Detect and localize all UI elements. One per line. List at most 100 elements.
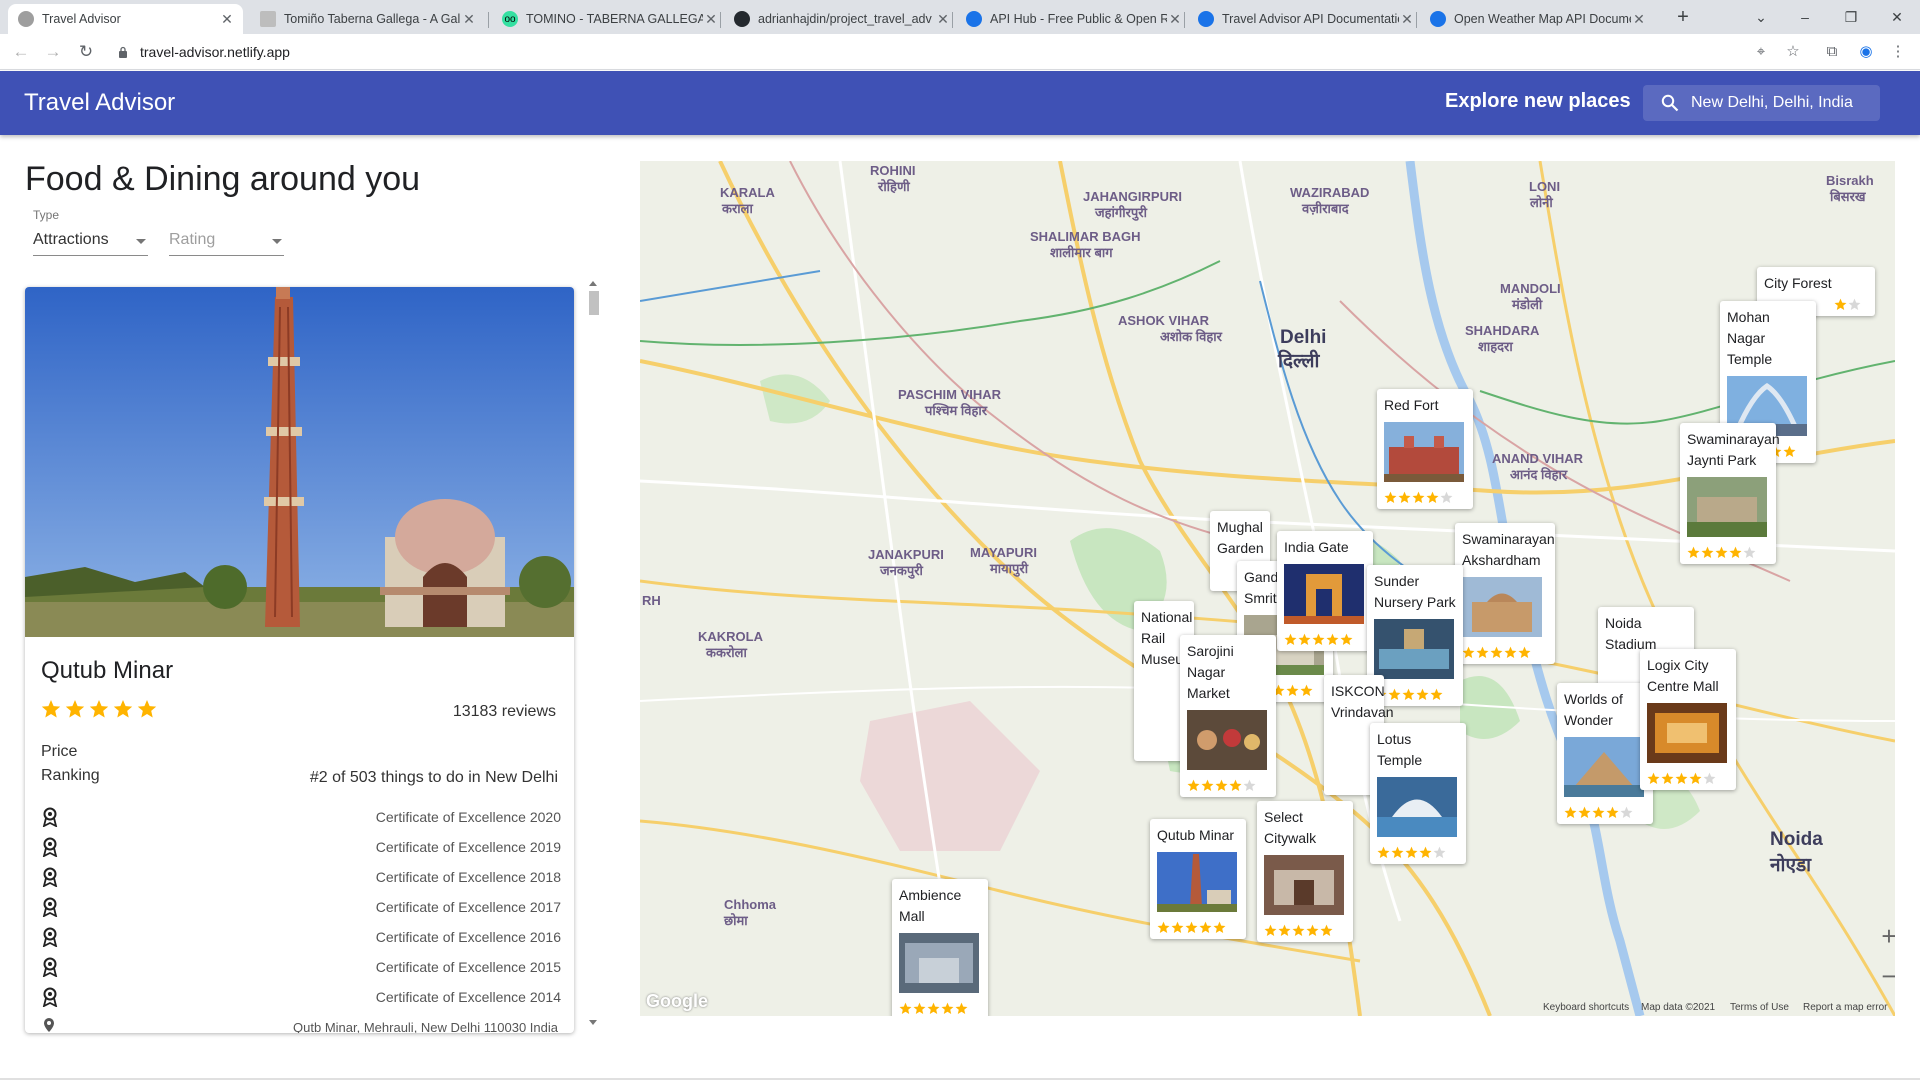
list-scrollbar[interactable] — [587, 279, 600, 1029]
scroll-down-icon[interactable] — [589, 1020, 597, 1025]
star-icon — [1462, 646, 1475, 659]
marker-photo — [1384, 422, 1464, 482]
map-area-label: जहांगीरपुरी — [1095, 205, 1147, 220]
close-tab-icon[interactable]: ✕ — [1399, 11, 1415, 28]
marker-name: Ambience Mall — [899, 887, 962, 924]
map-area-label: Chhoma — [724, 897, 776, 912]
tab-open-weather[interactable]: Open Weather Map API Docume ✕ — [1420, 4, 1655, 34]
star-icon — [1647, 772, 1660, 785]
marker-name: Swaminarayan Akshardham — [1462, 531, 1555, 568]
award-icon — [42, 987, 58, 1007]
close-tab-icon[interactable]: ✕ — [1631, 11, 1647, 28]
rating-select-placeholder: Rating — [169, 231, 216, 248]
search-input[interactable] — [1691, 85, 1876, 121]
award-icon — [42, 837, 58, 857]
tab-tomino-1[interactable]: Tomiño Taberna Gallega - A Gal ✕ — [250, 4, 485, 34]
map-marker-worlds-of-wonder[interactable]: Worlds of Wonder — [1557, 683, 1653, 824]
star-icon — [1675, 772, 1688, 785]
star-icon — [1661, 772, 1674, 785]
marker-photo — [1377, 777, 1457, 837]
rating-select[interactable]: Rating — [169, 228, 284, 256]
map[interactable]: ROHINI रोहिणी KARALA कराला JAHANGIRPURI … — [640, 161, 1895, 1016]
map-area-label: PASCHIM VIHAR — [898, 387, 1002, 402]
url-field[interactable]: travel-advisor.netlify.app — [110, 40, 1810, 64]
extensions-icon[interactable]: ⧉ — [1822, 42, 1842, 62]
marker-name: Swaminarayan Jaynti Park — [1687, 431, 1780, 468]
menu-icon[interactable]: ⋮ — [1888, 42, 1908, 62]
forward-icon[interactable]: → — [42, 41, 64, 63]
map-marker-swaminarayan-park[interactable]: Swaminarayan Jaynti Park — [1680, 423, 1780, 564]
map-area-label: Bisrakh — [1826, 173, 1874, 188]
map-footer: Keyboard shortcuts Map data ©2021 Terms … — [640, 999, 1895, 1016]
star-icon — [1715, 546, 1728, 559]
map-marker-akshardham[interactable]: Swaminarayan Akshardham — [1455, 523, 1555, 664]
new-tab-icon[interactable]: + — [1672, 6, 1694, 28]
profile-extension-icon[interactable]: ◉ — [1856, 42, 1876, 62]
marker-rating — [1462, 646, 1548, 660]
award-name: Certificate of Excellence 2018 — [375, 869, 561, 885]
back-icon[interactable]: ← — [10, 41, 32, 63]
github-favicon-icon — [734, 11, 750, 27]
scroll-up-icon[interactable] — [589, 281, 597, 286]
tab-travel-advisor-api[interactable]: Travel Advisor API Documentatio ✕ — [1188, 4, 1423, 34]
zoom-out-button[interactable]: − — [1869, 956, 1895, 996]
star-icon — [1278, 924, 1291, 937]
location-search[interactable] — [1643, 85, 1880, 121]
tab-travel-advisor[interactable]: Travel Advisor ✕ — [8, 4, 243, 34]
marker-name: Lotus Temple — [1377, 731, 1423, 768]
marker-name: Worlds of Wonder — [1564, 691, 1623, 728]
star-icon — [1416, 688, 1429, 701]
terms-link[interactable]: Terms of Use — [1730, 1002, 1789, 1013]
report-map-error-link[interactable]: Report a map error — [1803, 1002, 1887, 1013]
maximize-icon[interactable]: ❐ — [1840, 6, 1862, 28]
price-label: Price — [41, 743, 78, 760]
reload-icon[interactable]: ↻ — [75, 41, 97, 63]
search-icon — [1661, 94, 1679, 112]
star-icon — [1564, 806, 1577, 819]
close-tab-icon[interactable]: ✕ — [703, 11, 719, 28]
keyboard-shortcuts-link[interactable]: Keyboard shortcuts — [1543, 1002, 1629, 1013]
award-row: Certificate of Excellence 2016 — [41, 925, 561, 949]
map-marker-select-citywalk[interactable]: Select Citywalk — [1257, 801, 1353, 942]
close-window-icon[interactable]: ✕ — [1886, 6, 1908, 28]
type-select[interactable]: Attractions — [33, 228, 148, 256]
star-icon — [1243, 779, 1256, 792]
star-icon — [1391, 846, 1404, 859]
explore-label: Explore new places — [1445, 90, 1631, 112]
star-icon — [1213, 921, 1226, 934]
map-marker-india-gate[interactable]: India Gate — [1277, 531, 1373, 651]
scroll-thumb[interactable] — [589, 291, 599, 315]
tab-tomino-2[interactable]: oo TOMINO - TABERNA GALLEGA, B ✕ — [492, 4, 727, 34]
star-icon — [1157, 921, 1170, 934]
tab-search-icon[interactable]: ⌄ — [1750, 6, 1772, 28]
rapidapi-favicon-icon — [1198, 11, 1214, 27]
minimize-icon[interactable]: – — [1794, 6, 1816, 28]
star-icon — [1229, 779, 1242, 792]
close-tab-icon[interactable]: ✕ — [461, 11, 477, 28]
map-marker-lotus-temple[interactable]: Lotus Temple — [1370, 723, 1466, 864]
award-name: Certificate of Excellence 2020 — [375, 809, 561, 825]
map-marker-red-fort[interactable]: Red Fort — [1377, 389, 1473, 509]
map-marker-ambience-mall[interactable]: Ambience Mall — [892, 879, 988, 1016]
marker-name: ISKCON Vrindavan — [1331, 683, 1394, 720]
map-area-label: शालीमार बाग — [1050, 245, 1113, 260]
award-icon — [42, 897, 58, 917]
map-marker-sarojini-nagar[interactable]: Sarojini Nagar Market — [1180, 635, 1276, 797]
location-icon[interactable]: ⌖ — [1751, 42, 1771, 62]
star-icon — [1430, 688, 1443, 701]
map-area-label: ककरोला — [706, 645, 747, 660]
close-tab-icon[interactable]: ✕ — [935, 11, 951, 28]
close-tab-icon[interactable]: ✕ — [1167, 11, 1183, 28]
zoom-in-button[interactable]: + — [1869, 916, 1895, 956]
map-area-label: RH — [642, 593, 661, 608]
close-tab-icon[interactable]: ✕ — [219, 11, 235, 28]
map-marker-logix-city-centre[interactable]: Logix City Centre Mall — [1640, 649, 1736, 790]
marker-rating — [1157, 921, 1239, 935]
tab-github[interactable]: adrianhajdin/project_travel_adv ✕ — [724, 4, 959, 34]
tab-separator — [1416, 12, 1417, 28]
bookmark-star-icon[interactable]: ☆ — [1783, 42, 1803, 62]
map-marker-qutub-minar[interactable]: Qutub Minar — [1150, 819, 1246, 939]
marker-photo — [1187, 710, 1267, 770]
tab-api-hub[interactable]: API Hub - Free Public & Open R ✕ — [956, 4, 1191, 34]
star-icon — [1476, 646, 1489, 659]
